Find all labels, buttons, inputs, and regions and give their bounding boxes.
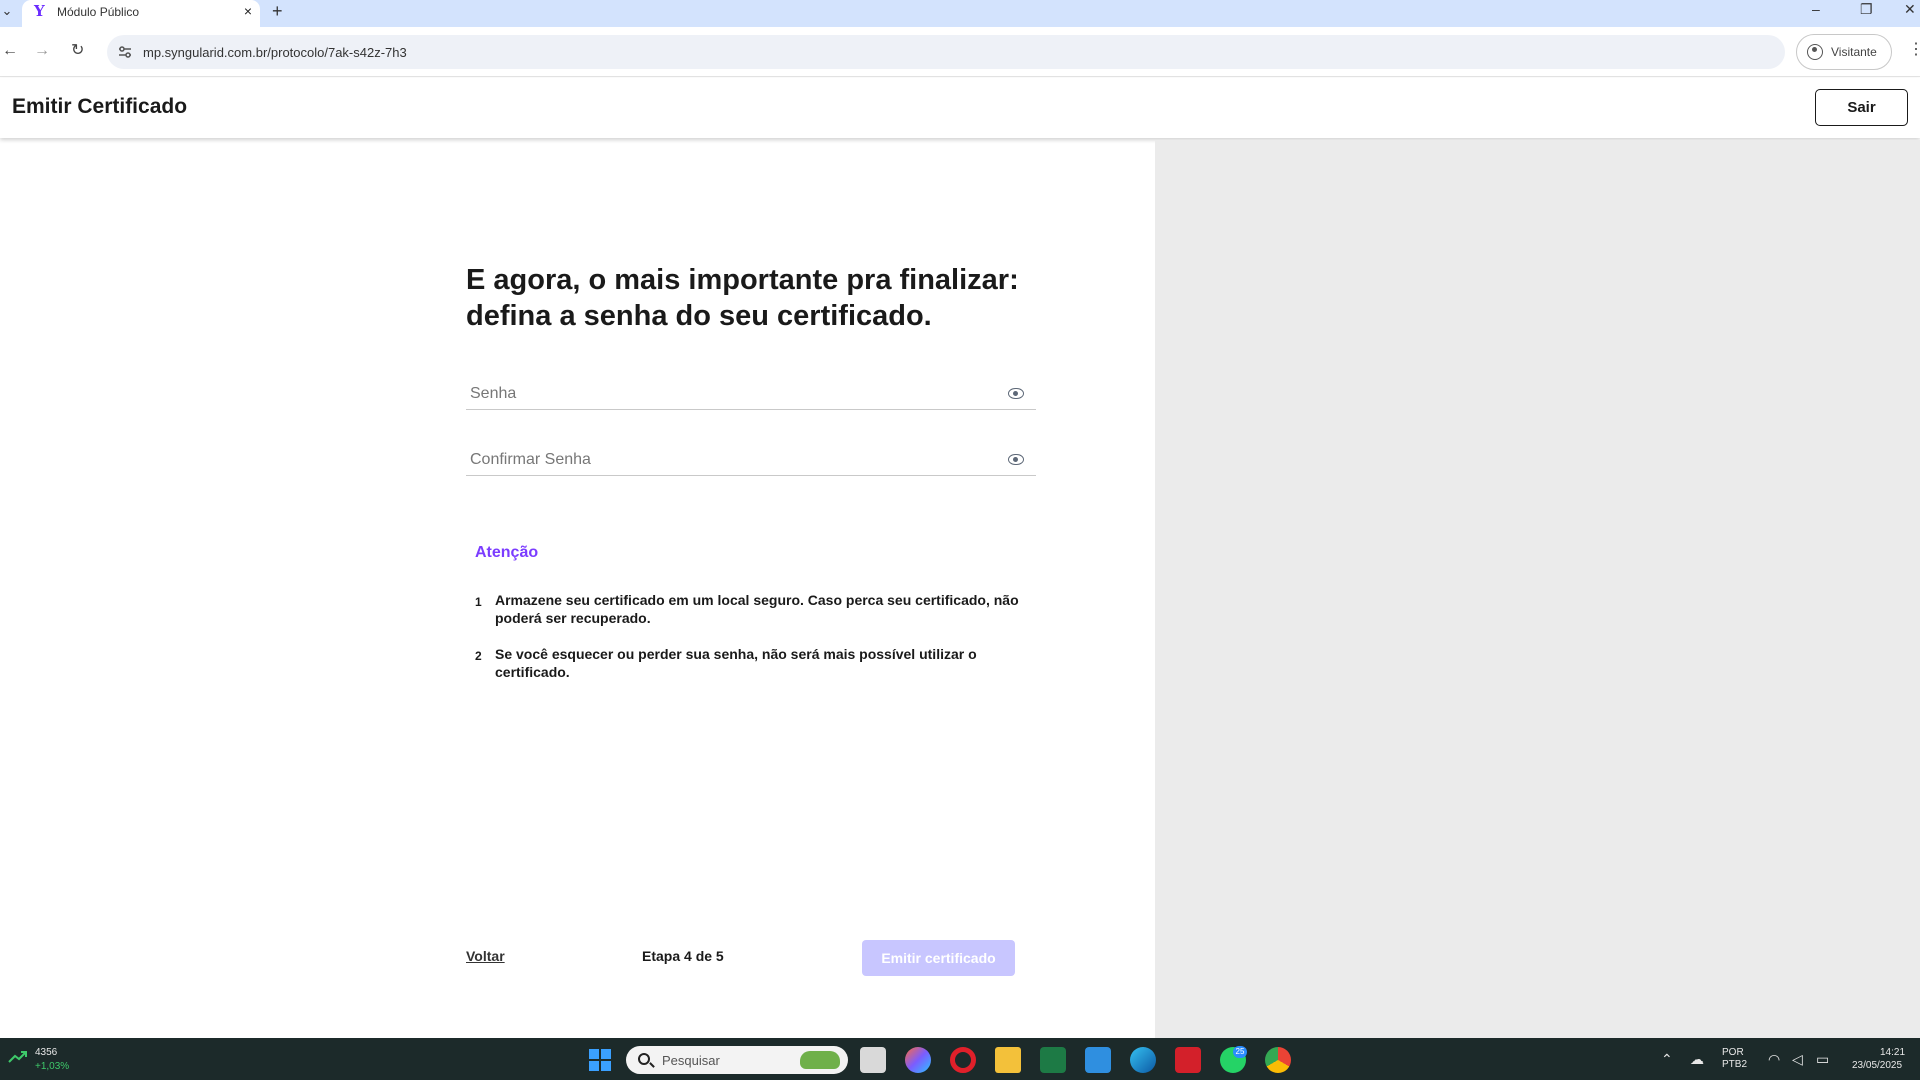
browser-tab[interactable]: Y Módulo Público × — [22, 0, 260, 27]
search-highlight-icon — [800, 1051, 840, 1069]
clock-date[interactable]: 23/05/2025 — [1852, 1060, 1902, 1072]
syngular-favicon-icon: Y — [34, 2, 45, 20]
show-password-icon[interactable] — [1008, 388, 1024, 399]
taskbar: 4356 +1,03% Pesquisar 25 ⌃ ☁ POR PTB2 ◠ … — [0, 1038, 1920, 1080]
taskbar-search[interactable]: Pesquisar — [626, 1046, 848, 1074]
attention-title: Atenção — [475, 544, 539, 561]
stock-chart-icon[interactable] — [8, 1050, 28, 1064]
attention-item-text: Se você esquecer ou perder sua senha, nã… — [495, 646, 977, 680]
browser-menu-icon[interactable]: ⋮ — [1908, 40, 1920, 60]
emit-certificate-button[interactable]: Emitir certificado — [862, 940, 1015, 976]
windows-start-icon[interactable] — [587, 1047, 613, 1073]
attention-item-number: 2 — [475, 649, 482, 663]
keyboard-layout[interactable]: PTB2 — [1722, 1059, 1747, 1071]
file-explorer-icon[interactable] — [995, 1047, 1021, 1073]
attention-item: 1 Armazene seu certificado em um local s… — [475, 591, 1020, 631]
restore-icon[interactable]: ❐ — [1860, 1, 1873, 17]
confirm-password-field — [466, 444, 1036, 476]
attention-item-text: Armazene seu certificado em um local seg… — [495, 592, 1019, 626]
clock-time[interactable]: 14:21 — [1880, 1047, 1905, 1059]
back-arrow-icon[interactable]: ← — [2, 41, 18, 61]
excel-icon[interactable] — [1040, 1047, 1066, 1073]
search-icon — [638, 1053, 650, 1065]
show-confirm-password-icon[interactable] — [1008, 454, 1024, 465]
url-text[interactable]: mp.syngularid.com.br/protocolo/7ak-s42z-… — [143, 45, 407, 60]
confirm-password-input[interactable] — [470, 450, 990, 470]
weather-icon[interactable]: ☁ — [1690, 1051, 1704, 1067]
wifi-icon[interactable]: ◠ — [1768, 1051, 1780, 1067]
tab-list-chevron-icon[interactable]: ⌄ — [0, 2, 14, 22]
volume-icon[interactable]: ◁ — [1792, 1051, 1803, 1067]
task-view-icon[interactable] — [860, 1047, 886, 1073]
whatsapp-badge: 25 — [1233, 1046, 1247, 1058]
notepad-icon[interactable] — [1085, 1047, 1111, 1073]
profile-button[interactable]: Visitante — [1796, 34, 1892, 70]
stock-change: +1,03% — [35, 1061, 70, 1072]
side-panel — [1155, 140, 1920, 1038]
password-input[interactable] — [470, 384, 990, 404]
profile-label: Visitante — [1831, 45, 1877, 59]
address-bar-row: ← → ↻ mp.syngularid.com.br/protocolo/7ak… — [0, 27, 1920, 77]
forward-arrow-icon[interactable]: → — [34, 41, 50, 61]
reload-icon[interactable]: ↻ — [71, 41, 84, 61]
tab-title: Módulo Público — [57, 5, 140, 19]
opera-icon[interactable] — [950, 1047, 976, 1073]
search-label: Pesquisar — [662, 1053, 720, 1068]
password-field — [466, 378, 1036, 410]
copilot-icon[interactable] — [905, 1047, 931, 1073]
back-link[interactable]: Voltar — [466, 948, 505, 964]
window-close-icon[interactable]: ✕ — [1904, 1, 1916, 17]
browser-tab-bar: ⌄ Y Módulo Público × + – ❐ ✕ — [0, 0, 1920, 27]
attention-item: 2 Se você esquecer ou perder sua senha, … — [475, 645, 1020, 685]
acrobat-icon[interactable] — [1175, 1047, 1201, 1073]
edge-icon[interactable] — [1130, 1047, 1156, 1073]
form-heading: E agora, o mais importante pra finalizar… — [466, 264, 1019, 332]
step-indicator: Etapa 4 de 5 — [642, 948, 724, 964]
attention-item-number: 1 — [475, 595, 482, 609]
url-omnibox[interactable]: mp.syngularid.com.br/protocolo/7ak-s42z-… — [107, 35, 1785, 69]
tray-expand-icon[interactable]: ⌃ — [1661, 1051, 1673, 1067]
language-indicator[interactable]: POR — [1722, 1047, 1744, 1059]
exit-button[interactable]: Sair — [1815, 89, 1908, 126]
minimize-icon[interactable]: – — [1812, 1, 1820, 17]
site-settings-icon[interactable] — [117, 44, 133, 60]
chrome-icon[interactable] — [1265, 1047, 1291, 1073]
battery-icon[interactable]: ▭ — [1816, 1051, 1829, 1067]
app-header: Emitir Certificado Sair — [0, 78, 1920, 138]
tab-close-icon[interactable]: × — [244, 3, 252, 19]
profile-icon — [1807, 44, 1823, 60]
page-title: Emitir Certificado — [12, 95, 188, 118]
new-tab-icon[interactable]: + — [272, 1, 283, 21]
stock-value: 4356 — [35, 1047, 58, 1058]
